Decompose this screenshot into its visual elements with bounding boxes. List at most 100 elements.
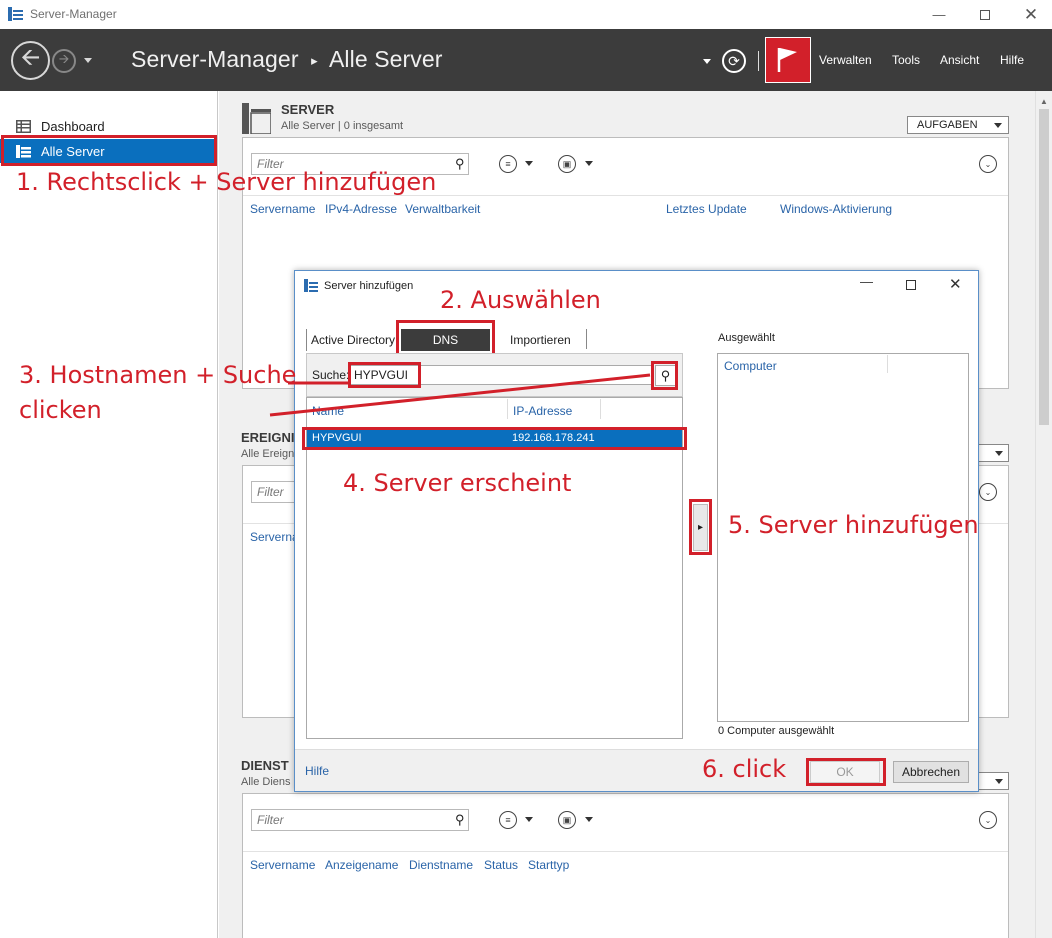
col-status[interactable]: Status — [484, 858, 518, 872]
expand-icon[interactable]: ⌄ — [979, 155, 997, 173]
services-section-subtitle: Alle Diens — [241, 776, 291, 788]
cancel-button[interactable]: Abbrechen — [893, 761, 969, 783]
server-manager-app-icon — [8, 7, 23, 21]
chevron-down-icon[interactable] — [525, 817, 533, 822]
refresh-icon[interactable]: ⟳ — [722, 49, 746, 73]
notifications-flag-icon[interactable] — [765, 37, 811, 83]
annotation-box-alle-server — [1, 135, 217, 166]
col-starttyp[interactable]: Starttyp — [528, 858, 569, 872]
help-link[interactable]: Hilfe — [305, 764, 329, 778]
back-button[interactable]: 🡨 — [11, 41, 50, 80]
events-section-title: EREIGNI — [241, 430, 295, 445]
annotation-box-search-input — [348, 362, 421, 388]
col-dienstname[interactable]: Dienstname — [409, 858, 473, 872]
maximize-button[interactable] — [962, 0, 1008, 29]
results-col-ip[interactable]: IP-Adresse — [513, 404, 572, 418]
sidebar-item-label: Dashboard — [41, 118, 105, 134]
app-header: 🡨 🡪 Server-Manager ▸ Alle Server ⟳ Verwa… — [0, 29, 1052, 91]
list-options-icon[interactable]: ≡ — [499, 811, 517, 829]
chevron-down-icon — [994, 123, 1002, 128]
tasks-dropdown[interactable]: AUFGABEN — [907, 116, 1009, 134]
chevron-down-icon[interactable] — [585, 161, 593, 166]
dialog-minimize-button[interactable]: — — [860, 274, 873, 289]
tasks-label: AUFGABEN — [917, 119, 978, 131]
annotation-step3-line1: 3. Hostnamen + Suche — [19, 361, 297, 389]
annotation-box-search-button — [651, 361, 678, 390]
save-query-icon[interactable]: ▣ — [558, 155, 576, 173]
scrollbar-thumb[interactable] — [1039, 109, 1049, 425]
selected-col-computer[interactable]: Computer — [724, 359, 777, 373]
chevron-down-icon — [995, 451, 1003, 456]
col-verwaltbarkeit[interactable]: Verwaltbarkeit — [405, 202, 480, 216]
selected-count: 0 Computer ausgewählt — [718, 725, 835, 737]
annotation-step2: 2. Auswählen — [440, 286, 601, 314]
dashboard-icon — [16, 119, 31, 133]
services-tasks-dropdown[interactable] — [976, 772, 1009, 790]
breadcrumb: Server-Manager ▸ Alle Server — [131, 46, 443, 73]
col-servername[interactable]: Servername — [250, 202, 315, 216]
server-section-title: SERVER — [281, 102, 335, 117]
server-section-icon — [242, 103, 271, 134]
close-button[interactable]: ✕ — [1008, 0, 1052, 29]
col-servername[interactable]: Serverna — [250, 530, 299, 544]
search-icon[interactable]: ⚲ — [455, 156, 465, 172]
column-divider — [600, 399, 601, 419]
window-titlebar: Server-Manager — ✕ — [0, 0, 1052, 29]
annotation-step4: 4. Server erscheint — [343, 469, 572, 497]
annotation-step5: 5. Server hinzufügen — [728, 511, 979, 539]
annotation-box-ok — [806, 758, 886, 786]
chevron-down-icon[interactable] — [525, 161, 533, 166]
annotation-step6: 6. click — [702, 755, 787, 783]
minimize-button[interactable]: — — [916, 0, 962, 29]
list-options-icon[interactable]: ≡ — [499, 155, 517, 173]
window-title: Server-Manager — [30, 7, 117, 21]
tab-importieren[interactable]: Importieren — [510, 329, 571, 351]
menu-tools[interactable]: Tools — [892, 53, 920, 67]
annotation-step3-line2: clicken — [19, 396, 102, 424]
breadcrumb-separator-icon: ▸ — [311, 52, 318, 68]
selected-label: Ausgewählt — [718, 332, 775, 344]
col-servername[interactable]: Servername — [250, 858, 315, 872]
sidebar: Dashboard Alle Server — [0, 91, 218, 938]
search-icon[interactable]: ⚲ — [455, 812, 465, 828]
results-col-name[interactable]: Name — [312, 404, 344, 418]
breadcrumb-current: Alle Server — [328, 46, 443, 72]
save-query-icon[interactable]: ▣ — [558, 811, 576, 829]
breadcrumb-root[interactable]: Server-Manager — [131, 46, 299, 72]
annotation-step1: 1. Rechtsclick + Server hinzufügen — [16, 168, 437, 196]
annotation-box-result — [302, 427, 687, 450]
tab-divider — [586, 329, 587, 349]
services-panel: Filter ⚲ ≡ ▣ ⌄ Servername Anzeigename Di… — [242, 793, 1009, 938]
annotation-box-dns — [396, 320, 495, 356]
column-divider — [887, 355, 888, 373]
dialog-title: Server hinzufügen — [324, 280, 414, 292]
scroll-up-icon[interactable]: ▲ — [1040, 97, 1048, 106]
dialog-maximize-button[interactable] — [906, 280, 916, 290]
chevron-down-icon — [995, 779, 1003, 784]
menu-verwalten[interactable]: Verwalten — [819, 53, 872, 67]
expand-icon[interactable]: ⌄ — [979, 483, 997, 501]
main-scrollbar[interactable]: ▲ — [1035, 91, 1052, 938]
col-ipv4[interactable]: IPv4-Adresse — [325, 202, 397, 216]
services-filter-input[interactable]: Filter — [251, 809, 469, 831]
dialog-app-icon — [304, 279, 318, 292]
dialog-close-button[interactable]: ✕ — [949, 275, 962, 293]
events-tasks-dropdown[interactable] — [976, 444, 1009, 462]
forward-button[interactable]: 🡪 — [52, 49, 76, 73]
server-section-subtitle: Alle Server | 0 insgesamt — [281, 120, 404, 132]
header-dropdown-icon[interactable] — [703, 59, 711, 64]
chevron-down-icon[interactable] — [585, 817, 593, 822]
annotation-box-add-arrow — [689, 499, 712, 555]
services-section-title: DIENST — [241, 758, 289, 773]
search-label: Suche: — [312, 368, 350, 382]
expand-icon[interactable]: ⌄ — [979, 811, 997, 829]
events-section-subtitle: Alle Ereign — [241, 448, 295, 460]
history-dropdown-icon[interactable] — [84, 58, 92, 63]
col-letztes-update[interactable]: Letztes Update — [666, 202, 747, 216]
tab-active-directory[interactable]: Active Directory — [306, 329, 395, 351]
col-anzeigename[interactable]: Anzeigename — [325, 858, 398, 872]
panel-divider — [243, 851, 1008, 852]
col-windows-aktivierung[interactable]: Windows-Aktivierung — [780, 202, 892, 216]
menu-hilfe[interactable]: Hilfe — [1000, 53, 1024, 67]
menu-ansicht[interactable]: Ansicht — [940, 53, 979, 67]
